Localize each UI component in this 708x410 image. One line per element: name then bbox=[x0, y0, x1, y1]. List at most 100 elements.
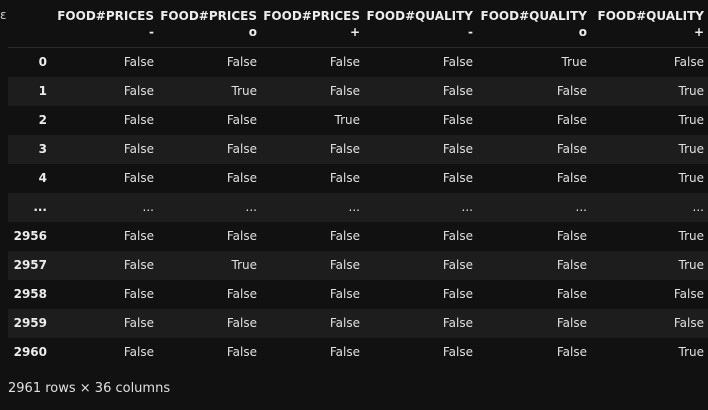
table-cell: False bbox=[556, 316, 587, 330]
row-index: 3 bbox=[38, 142, 47, 156]
column-header-label: FOOD#QUALITY bbox=[480, 8, 587, 23]
row-index: 2959 bbox=[13, 316, 47, 330]
table-cell: False bbox=[123, 345, 154, 359]
table-header: FOOD#PRICES - FOOD#PRICES o FOOD#PRICES + F… bbox=[8, 0, 708, 48]
row-index: 1 bbox=[38, 84, 47, 98]
table-cell: False bbox=[556, 345, 587, 359]
row-index: 2 bbox=[38, 113, 47, 127]
table-row: 2958 False False False False False False bbox=[8, 280, 708, 309]
table-cell: False bbox=[226, 171, 257, 185]
table-cell: ... bbox=[348, 200, 360, 214]
row-index: ... bbox=[33, 200, 47, 214]
table-row: 3 False False False False False True bbox=[8, 134, 708, 164]
table-cell: False bbox=[226, 287, 257, 301]
column-header-sublabel: + bbox=[349, 24, 360, 39]
table-row: 2960 False False False False False True bbox=[8, 338, 708, 367]
table-cell: False bbox=[556, 113, 587, 127]
table-cell: False bbox=[329, 229, 360, 243]
table-cell: False bbox=[556, 287, 587, 301]
table-cell: False bbox=[673, 316, 704, 330]
table-cell: ... bbox=[461, 200, 473, 214]
column-header-sublabel: o bbox=[578, 24, 587, 39]
table-cell: False bbox=[442, 55, 473, 70]
table-row: 2956 False False False False False True bbox=[8, 222, 708, 251]
column-header-sublabel: - bbox=[149, 24, 154, 39]
table-cell: False bbox=[226, 316, 257, 330]
table-row: 0 False False False False True False bbox=[8, 48, 708, 77]
table-cell: False bbox=[442, 171, 473, 185]
column-header: FOOD#QUALITY o bbox=[477, 0, 591, 48]
row-index: 2958 bbox=[13, 287, 47, 301]
table-cell: ... bbox=[142, 200, 154, 214]
table-cell: False bbox=[442, 113, 473, 127]
table-cell: False bbox=[442, 84, 473, 98]
column-header: FOOD#QUALITY - bbox=[364, 0, 477, 48]
table-cell: True bbox=[678, 84, 705, 98]
table-cell: True bbox=[678, 171, 705, 185]
table-cell: True bbox=[678, 113, 705, 127]
table-row: 4 False False False False False True bbox=[8, 164, 708, 193]
table-cell: False bbox=[329, 55, 360, 70]
table-cell: False bbox=[226, 345, 257, 359]
table-row: 2959 False False False False False False bbox=[8, 308, 708, 338]
column-header-sublabel: + bbox=[693, 24, 704, 39]
table-body: 0 False False False False True False 1 F… bbox=[8, 48, 708, 367]
table-row-ellipsis: ... ... ... ... ... ... ... bbox=[8, 192, 708, 222]
table-cell: False bbox=[123, 316, 154, 330]
table-cell: False bbox=[123, 142, 154, 156]
column-header-sublabel: o bbox=[248, 24, 257, 39]
table-cell: False bbox=[226, 113, 257, 127]
row-index: 2960 bbox=[13, 345, 47, 359]
index-header bbox=[8, 0, 55, 48]
table-cell: False bbox=[123, 113, 154, 127]
table-cell: False bbox=[123, 84, 154, 98]
table-cell: False bbox=[442, 345, 473, 359]
table-cell: False bbox=[442, 142, 473, 156]
table-cell: True bbox=[678, 142, 705, 156]
column-header: FOOD#QUALITY + bbox=[591, 0, 708, 48]
dataframe-output: ε FOOD#PRICES - FOOD#PRICES o FOOD#PRICES +… bbox=[0, 0, 708, 410]
column-header: FOOD#PRICES - bbox=[55, 0, 158, 48]
table-cell: True bbox=[678, 229, 705, 243]
table-row: 1 False True False False False True bbox=[8, 76, 708, 106]
column-header-label: FOOD#QUALITY bbox=[366, 8, 473, 23]
table-cell: False bbox=[442, 258, 473, 272]
table-cell: False bbox=[123, 55, 154, 70]
table-cell: False bbox=[329, 258, 360, 272]
table-cell: False bbox=[329, 345, 360, 359]
table-cell: False bbox=[329, 171, 360, 185]
dataframe-shape-summary: 2961 rows × 36 columns bbox=[8, 381, 171, 396]
table-cell: False bbox=[442, 316, 473, 330]
table-cell: True bbox=[334, 113, 361, 127]
table-cell: False bbox=[123, 258, 154, 272]
table-cell: False bbox=[556, 171, 587, 185]
table-cell: False bbox=[329, 287, 360, 301]
table-cell: False bbox=[556, 229, 587, 243]
column-header-label: FOOD#QUALITY bbox=[597, 8, 704, 23]
table-cell: False bbox=[123, 171, 154, 185]
table-cell: True bbox=[561, 55, 588, 70]
row-index: 2956 bbox=[13, 229, 47, 243]
table-cell: False bbox=[123, 229, 154, 243]
column-header: FOOD#PRICES + bbox=[261, 0, 364, 48]
header-row: FOOD#PRICES - FOOD#PRICES o FOOD#PRICES + F… bbox=[8, 0, 708, 48]
table-cell: False bbox=[329, 316, 360, 330]
table-cell: False bbox=[226, 142, 257, 156]
dataframe-table: FOOD#PRICES - FOOD#PRICES o FOOD#PRICES + F… bbox=[8, 0, 708, 367]
table-row: 2957 False True False False False True bbox=[8, 250, 708, 280]
column-header-label: FOOD#PRICES bbox=[57, 8, 154, 23]
table-cell: True bbox=[678, 345, 705, 359]
table-cell: False bbox=[556, 84, 587, 98]
table-cell: ... bbox=[575, 200, 587, 214]
table-cell: ... bbox=[245, 200, 257, 214]
table-cell: False bbox=[442, 287, 473, 301]
table-cell: False bbox=[442, 229, 473, 243]
table-cell: True bbox=[678, 258, 705, 272]
table-cell: False bbox=[673, 287, 704, 301]
table-cell: False bbox=[226, 55, 257, 70]
table-cell: False bbox=[123, 287, 154, 301]
table-cell: False bbox=[329, 142, 360, 156]
row-index: 4 bbox=[38, 171, 47, 185]
table-cell: True bbox=[231, 258, 258, 272]
row-index: 2957 bbox=[13, 258, 47, 272]
